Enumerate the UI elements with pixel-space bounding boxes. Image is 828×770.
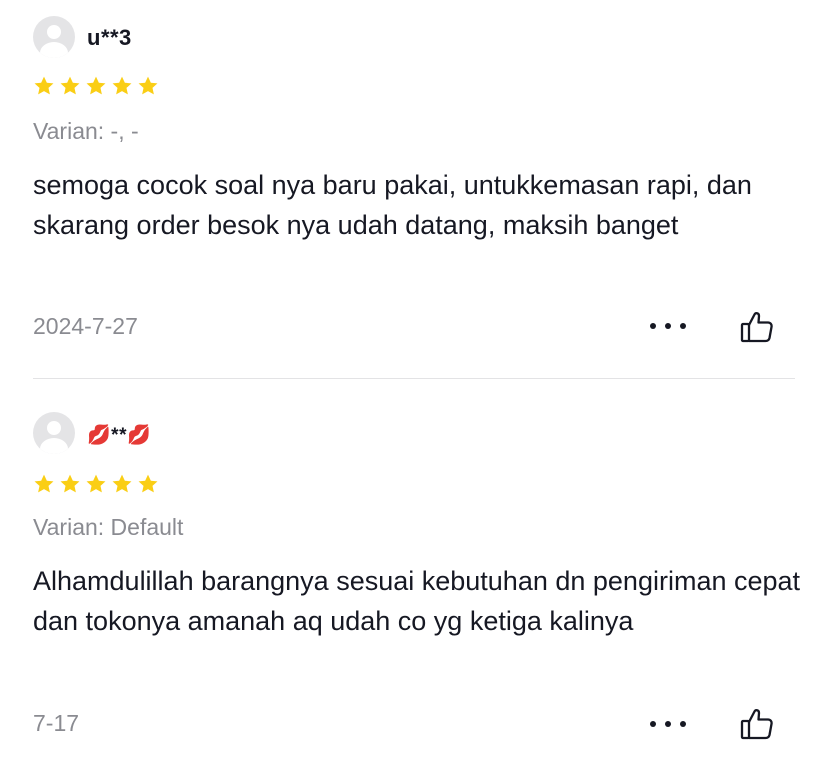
review-date: 7-17 [33, 710, 80, 736]
dot [680, 721, 686, 727]
variant-label: Varian: Default [33, 514, 184, 540]
reviewer-name: u**3 [87, 25, 132, 50]
star-icon [138, 474, 158, 493]
star-icon [138, 76, 158, 95]
star-icon [34, 76, 54, 95]
star-icon [34, 474, 54, 493]
avatar-body-shape [40, 438, 68, 454]
review-text: Alhamdulillah barangnya sesuai kebutuhan… [33, 566, 801, 636]
thumbs-up-icon[interactable] [740, 707, 774, 741]
avatar-body-shape [40, 42, 68, 58]
review-text: semoga cocok soal nya baru pakai, untukk… [33, 170, 752, 240]
star-icon [60, 474, 80, 493]
review-date: 2024-7-27 [33, 313, 138, 339]
more-options-icon[interactable] [650, 719, 686, 729]
more-options-icon[interactable] [650, 321, 686, 331]
dot [665, 323, 671, 329]
star-icon [112, 76, 132, 95]
review-card: u**3 Varian: -, - semoga cocok soal nya … [0, 0, 828, 378]
avatar-head-shape [47, 25, 61, 39]
thumbs-up-icon[interactable] [740, 310, 774, 344]
avatar[interactable] [33, 412, 75, 454]
rating-stars [33, 75, 159, 97]
star-icon [86, 76, 106, 95]
dot [665, 721, 671, 727]
rating-stars [33, 473, 159, 495]
reviewer-name-core: ** [111, 425, 127, 446]
dot [650, 323, 656, 329]
star-icon [86, 474, 106, 493]
variant-label: Varian: -, - [33, 118, 139, 144]
dot [650, 721, 656, 727]
kiss-emoji-icon: 💋 [126, 425, 152, 447]
dot [680, 323, 686, 329]
kiss-emoji-icon: 💋 [87, 425, 112, 447]
reviewer-name: 💋**💋 [87, 421, 151, 447]
star-icon [112, 474, 132, 493]
star-icon [60, 76, 80, 95]
avatar[interactable] [33, 16, 75, 58]
review-card: 💋**💋 Varian: Default Alhamdulillah baran… [0, 379, 828, 770]
avatar-head-shape [47, 421, 61, 435]
